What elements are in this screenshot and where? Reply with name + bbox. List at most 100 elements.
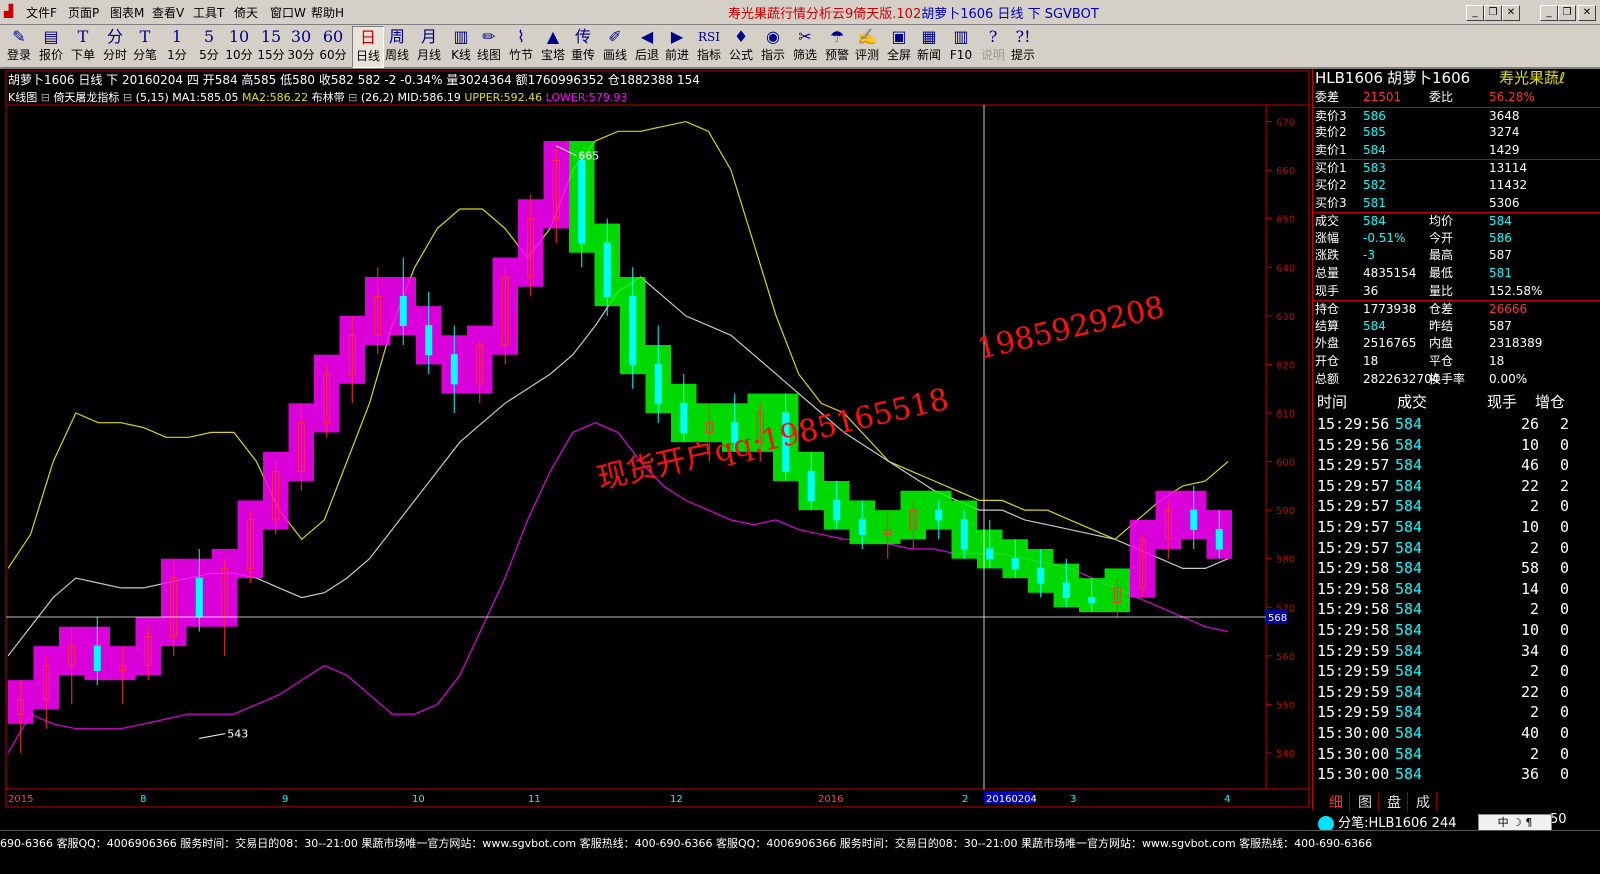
bottom-tabs: 细图盘成 xyxy=(1313,791,1600,812)
quote-row: 涨跌 -3 最高 587 xyxy=(1313,247,1600,264)
x-tick-label: 12 xyxy=(670,794,683,805)
tick-row: 15:29:57 584 2 0 xyxy=(1317,497,1600,517)
toolbar-button[interactable]: 15 15分 xyxy=(256,26,286,66)
tick-cell: 584 xyxy=(1395,456,1423,475)
toolbar-icon: ▣ xyxy=(891,27,907,46)
toolbar-label: 提示 xyxy=(1010,48,1035,62)
candle-body xyxy=(93,645,101,671)
toolbar-label: 60分 xyxy=(319,48,347,62)
quote-label-2: 昨结 xyxy=(1429,318,1454,333)
quote-value: 36 xyxy=(1363,283,1379,298)
panel-tab[interactable]: 图 xyxy=(1352,792,1379,812)
toolbar-button[interactable]: ▲ 宝塔 xyxy=(538,26,568,66)
ma-toggle-icon[interactable]: ⊟ xyxy=(123,91,132,104)
tick-row: 15:29:57 584 46 0 xyxy=(1317,456,1600,476)
toolbar-button[interactable]: ◉ 指示 xyxy=(758,26,788,66)
toolbar-button[interactable]: 日日线 xyxy=(352,26,384,68)
toolbar-icon: ▶ xyxy=(670,27,684,46)
menu-item[interactable]: 页面P xyxy=(68,4,99,21)
toolbar-label: 周线 xyxy=(384,48,409,62)
toolbar-button[interactable]: ⌇ 竹节 xyxy=(506,26,536,66)
indicator-name[interactable]: 倚天屠龙指标 xyxy=(53,91,119,104)
toolbar-button[interactable]: ✍ 评测 xyxy=(852,26,882,66)
quote-label: 总量 xyxy=(1315,266,1340,280)
candle-body xyxy=(425,325,433,356)
restore-icon[interactable]: ❐ xyxy=(1558,5,1576,21)
toolbar-button[interactable]: 30 30分 xyxy=(286,26,316,66)
kline-chart[interactable]: 5405505605705805906006106206306406506606… xyxy=(0,69,1310,809)
toolbar-button[interactable]: ♦ 公式 xyxy=(726,26,756,66)
toolbar-button[interactable]: ☂ 预警 xyxy=(822,26,852,66)
title-main: 寿光果蔬行情分析云9倚天版.102 xyxy=(728,7,922,22)
toolbar-label: 指示 xyxy=(760,48,785,62)
candle-body xyxy=(807,470,815,501)
toolbar-button[interactable]: 5 5分 xyxy=(194,26,224,66)
toolbar-button[interactable]: ▦ 新闻 xyxy=(914,26,944,66)
close-icon[interactable]: ✕ xyxy=(1578,5,1596,21)
tick-cell: 2 xyxy=(1560,476,1570,495)
toolbar-button[interactable]: ✐ 画线 xyxy=(600,26,630,66)
toolbar-button[interactable]: ✎ 登录 xyxy=(4,26,34,66)
tick-cell: 15:29:57 xyxy=(1317,497,1390,516)
menu-item[interactable]: 工具T xyxy=(193,4,224,21)
toolbar-button[interactable]: ? 说明 xyxy=(978,26,1008,66)
panel-tab[interactable]: 细 xyxy=(1323,792,1350,812)
chart-frame xyxy=(5,70,1310,808)
toolbar-button[interactable]: 传重传 xyxy=(568,26,598,66)
toolbar-label: 宝塔 xyxy=(540,48,565,62)
toolbar-button[interactable]: 周周线 xyxy=(382,26,412,66)
toolbar-button[interactable]: T 分笔 xyxy=(130,26,160,66)
toolbar-button[interactable]: ▥ F10 xyxy=(946,26,976,66)
toolbar-button[interactable]: ▣ 全屏 xyxy=(884,26,914,66)
panel-tab[interactable]: 成 xyxy=(1410,792,1437,812)
quote-label-2: 仓差 xyxy=(1429,302,1454,317)
toolbar-button[interactable]: ✂ 筛选 xyxy=(790,26,820,66)
panel-tab[interactable]: 盘 xyxy=(1381,792,1408,812)
tick-cell: 14 xyxy=(1520,579,1539,598)
kline-label[interactable]: K线图 xyxy=(8,91,37,104)
candle-body xyxy=(986,548,994,560)
toolbar-button[interactable]: ▤ 报价 xyxy=(36,26,66,66)
toolbar-button[interactable]: ▥ K线 xyxy=(446,26,476,66)
sub-minimize-icon[interactable]: _ xyxy=(1466,5,1484,21)
toolbar-button[interactable]: ◀ 后退 xyxy=(632,26,662,66)
boll-toggle-icon[interactable]: ⊟ xyxy=(348,91,357,104)
tick-cell: 584 xyxy=(1395,621,1423,639)
low-marker xyxy=(199,733,226,739)
quote-label-2: 委比 xyxy=(1429,90,1454,104)
quote-label: 开仓 xyxy=(1315,354,1340,368)
toolbar-button[interactable]: 1 1分 xyxy=(162,26,192,66)
toolbar-button[interactable]: ▶ 前进 xyxy=(662,26,692,66)
menu-item[interactable]: 倚天 xyxy=(234,4,258,21)
quote-row: 买价2 582 11432 xyxy=(1313,177,1600,194)
toolbar-button[interactable]: 月月线 xyxy=(414,26,444,66)
menu-item[interactable]: 文件F xyxy=(26,4,57,21)
menu-item[interactable]: 图表M xyxy=(110,4,144,21)
toolbar-button[interactable]: 60 60分 xyxy=(318,26,348,66)
menu-item[interactable]: 帮助H xyxy=(311,4,344,21)
sub-close-icon[interactable]: ✕ xyxy=(1502,5,1520,21)
toolbar-icon: ◀ xyxy=(640,27,654,46)
indicator-toggle-icon[interactable]: ⊟ xyxy=(41,91,50,104)
x-tick-label: 10 xyxy=(412,794,425,805)
quote-value-2: 13114 xyxy=(1489,161,1528,176)
toolbar-button[interactable]: T 下单 xyxy=(68,26,98,66)
minimize-icon[interactable]: _ xyxy=(1540,5,1558,21)
tick-cell: 15:30:00 xyxy=(1317,724,1390,742)
toolbar-button[interactable]: 10 10分 xyxy=(224,26,254,66)
toolbar-icon: ▤ xyxy=(43,27,59,46)
toolbar-button[interactable]: ✏ 线图 xyxy=(474,26,504,66)
sub-restore-icon[interactable]: ❐ xyxy=(1484,5,1502,21)
toolbar-button[interactable]: RSI 指标 xyxy=(694,26,724,66)
toolbar-label: 新闻 xyxy=(916,48,941,62)
menu-item[interactable]: 窗口W xyxy=(270,4,306,21)
candle-body xyxy=(1062,582,1070,599)
toolbar-button[interactable]: 分分时 xyxy=(100,26,130,66)
tick-cell: 15:29:57 xyxy=(1317,518,1390,536)
tick-cell: 584 xyxy=(1395,559,1423,578)
menu-item[interactable]: 查看V xyxy=(152,4,184,21)
toolbar-label: 全屏 xyxy=(886,48,911,62)
toolbar-button[interactable]: ?! 提示 xyxy=(1008,26,1038,66)
mid-value: MID:586.19 xyxy=(397,91,461,104)
status-marquee: 690-6366 客服QQ：4006906366 服务时间：交易日的08：30-… xyxy=(0,837,1373,850)
